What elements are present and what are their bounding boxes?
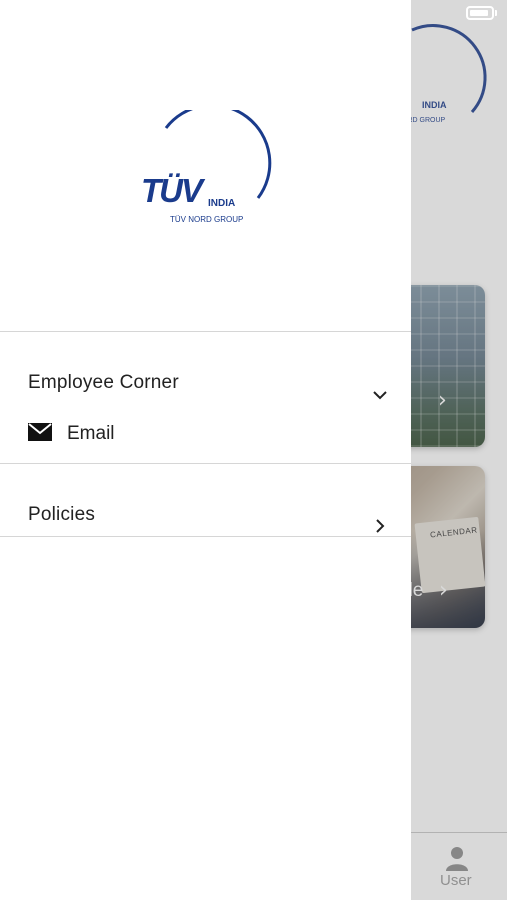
menu-item-email[interactable]: Email — [28, 420, 328, 450]
section-title-policies: Policies — [28, 504, 96, 525]
tuv-india-logo — [164, 110, 272, 199]
menu-section-policies[interactable]: Policies — [0, 464, 411, 536]
side-drawer: TÜV INDIA TÜV NORD GROUP Employee Corner… — [0, 0, 411, 900]
menu-section-employee-corner[interactable]: Employee Corner — [0, 332, 411, 412]
mail-icon — [28, 423, 52, 441]
section-title-employee-corner: Employee Corner — [28, 372, 179, 393]
divider-bottom — [0, 536, 411, 537]
logo-group: TÜV NORD GROUP — [170, 215, 244, 224]
logo-brand: TÜV — [141, 172, 203, 209]
screen: V INDIA ORD GROUP › CALENDAR ule › User … — [0, 0, 507, 900]
logo-sub: INDIA — [208, 198, 236, 209]
menu-item-email-label: Email — [67, 423, 115, 444]
chevron-down-icon[interactable] — [372, 387, 388, 403]
chevron-right-icon[interactable] — [372, 518, 388, 534]
battery-tip — [495, 10, 497, 16]
battery-icon — [466, 6, 494, 20]
